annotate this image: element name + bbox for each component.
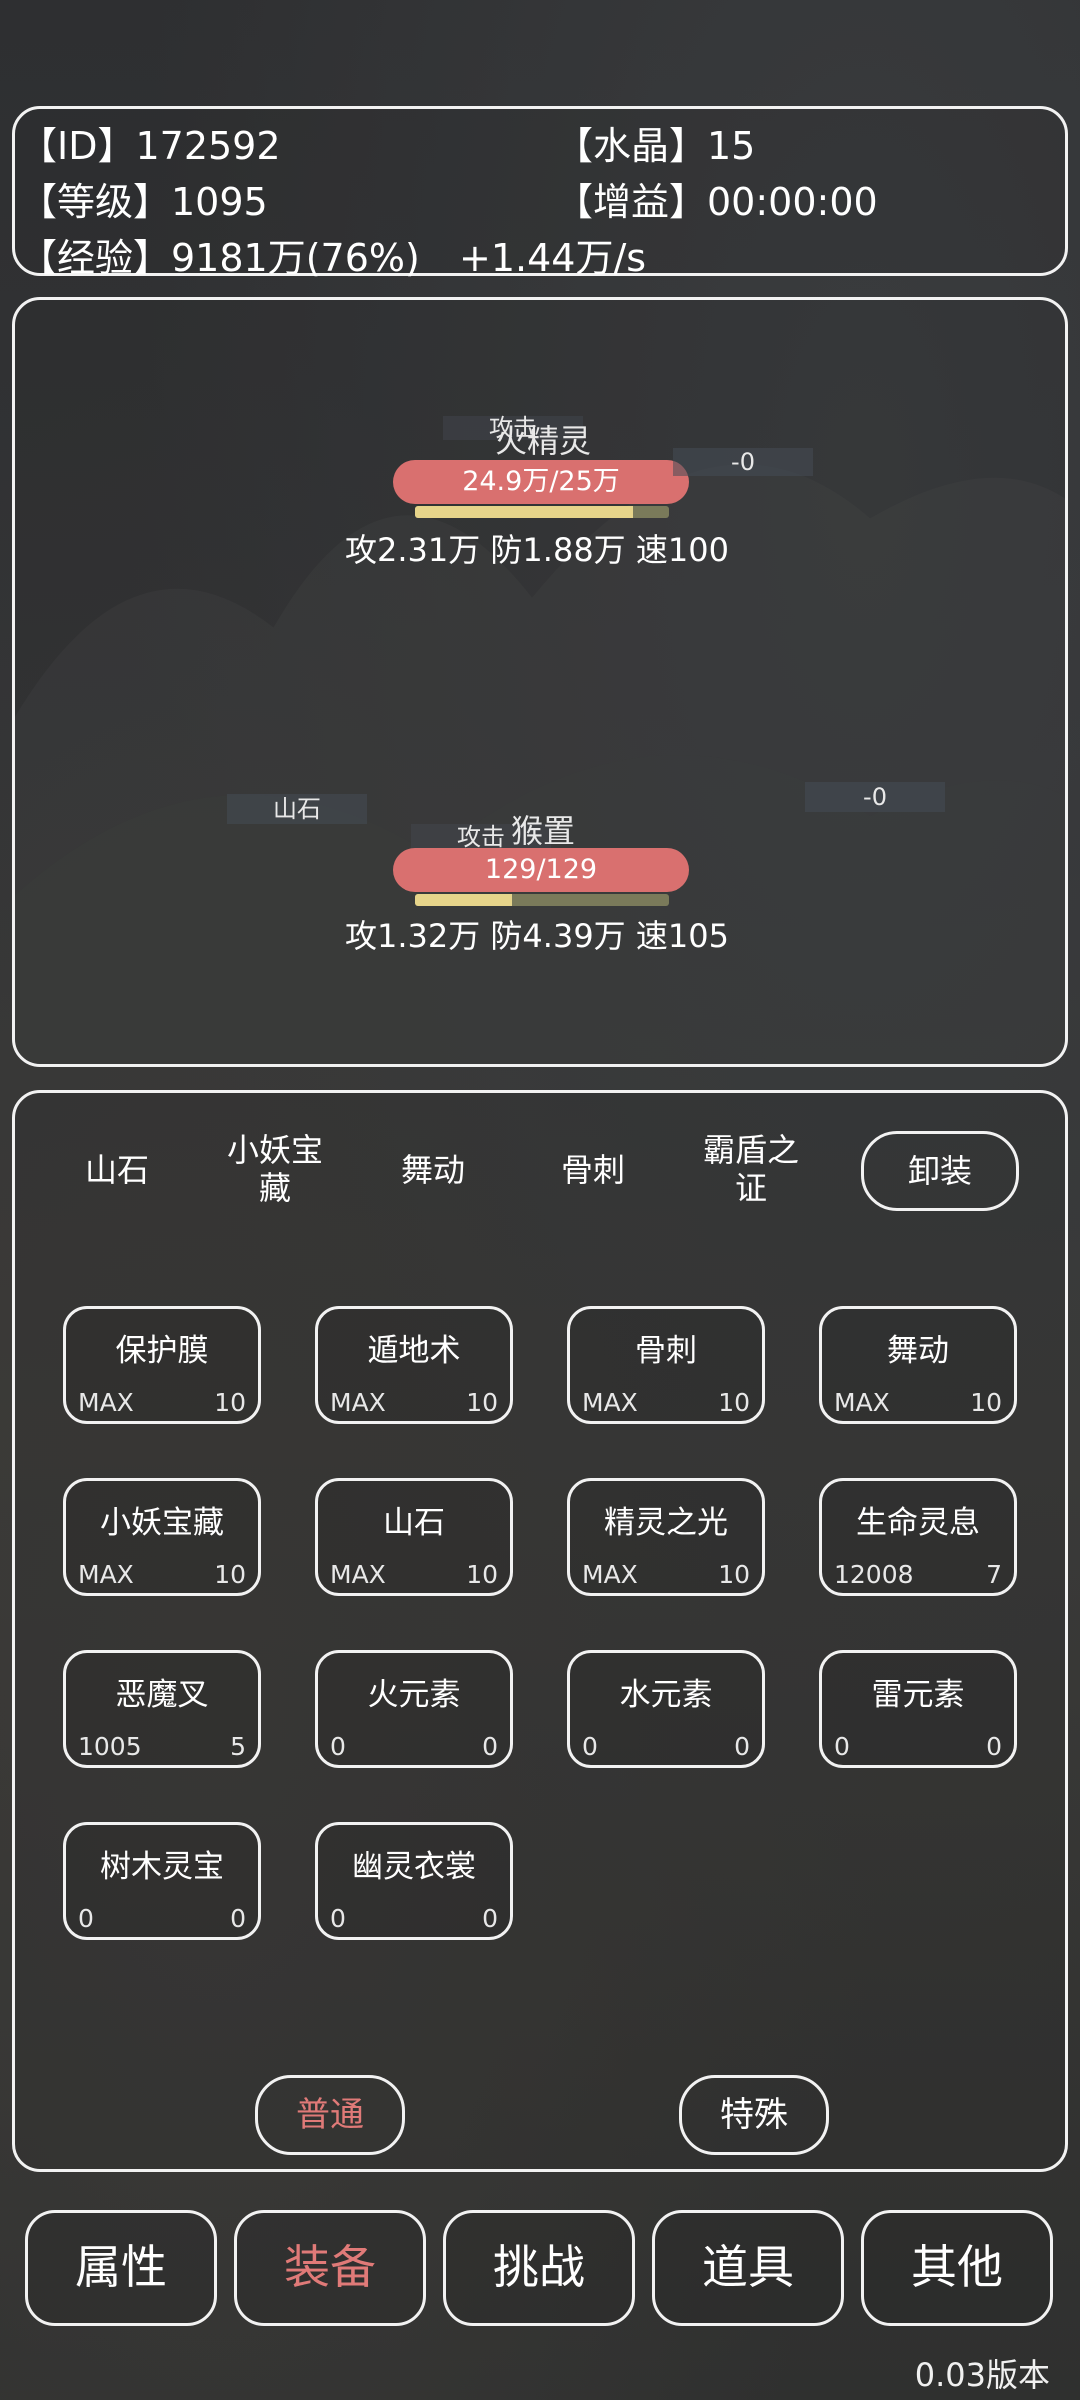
item-card-level: 0 <box>78 1904 94 1933</box>
buff-timer: 【增益】00:00:00 <box>555 180 878 224</box>
item-card-name: 山石 <box>383 1505 445 1541</box>
item-card-level: MAX <box>330 1388 386 1417</box>
item-card-level: MAX <box>582 1560 638 1589</box>
item-card-count: 10 <box>214 1388 246 1417</box>
item-card-level: MAX <box>78 1560 134 1589</box>
player-exp: 【经验】9181万(76%) <box>19 236 420 280</box>
battle-panel: 攻击 火精灵 24.9万/25万 攻2.31万 防1.88万 速100 -0 山… <box>12 297 1068 1067</box>
item-card[interactable]: 幽灵衣裳 0 0 <box>315 1822 513 1940</box>
enemy-hp-bar: 24.9万/25万 <box>393 460 689 504</box>
item-card-count: 10 <box>970 1388 1002 1417</box>
item-card-level: MAX <box>834 1388 890 1417</box>
item-card[interactable]: 小妖宝藏 MAX 10 <box>63 1478 261 1596</box>
version-label: 0.03版本 <box>914 2356 1050 2394</box>
item-card-count: 10 <box>718 1388 750 1417</box>
unequip-button[interactable]: 卸装 <box>861 1131 1019 1211</box>
item-card-level: MAX <box>78 1388 134 1417</box>
item-card[interactable]: 恶魔叉 1005 5 <box>63 1650 261 1768</box>
item-card-name: 骨刺 <box>635 1333 697 1369</box>
equipment-panel: 山石 小妖宝藏 舞动 骨刺 霸盾之证 卸装 保护膜 MAX 10 遁地术 MAX 10 骨刺… <box>12 1090 1068 2172</box>
player-level: 【等级】1095 <box>19 180 268 224</box>
item-card-name: 水元素 <box>619 1677 713 1713</box>
player-skill-tag: 山石 <box>227 794 367 824</box>
player-stats: 攻1.32万 防4.39万 速105 <box>345 917 729 955</box>
item-card-level: 0 <box>582 1732 598 1761</box>
equipped-slot-4[interactable]: 骨刺 <box>533 1151 653 1189</box>
item-card[interactable]: 生命灵息 12008 7 <box>819 1478 1017 1596</box>
item-card[interactable]: 火元素 0 0 <box>315 1650 513 1768</box>
item-card-level: MAX <box>330 1560 386 1589</box>
item-card-count: 0 <box>482 1732 498 1761</box>
item-card-name: 小妖宝藏 <box>100 1505 224 1541</box>
item-card-level: 0 <box>834 1732 850 1761</box>
exp-rate: +1.44万/s <box>459 236 647 280</box>
item-card-name: 幽灵衣裳 <box>352 1849 476 1885</box>
tab-special[interactable]: 特殊 <box>679 2075 829 2155</box>
crystal-count: 【水晶】15 <box>555 124 756 168</box>
item-card-count: 10 <box>466 1560 498 1589</box>
item-card[interactable]: 舞动 MAX 10 <box>819 1306 1017 1424</box>
item-card[interactable]: 遁地术 MAX 10 <box>315 1306 513 1424</box>
item-card-name: 雷元素 <box>871 1677 965 1713</box>
item-card-name: 恶魔叉 <box>115 1677 209 1713</box>
tab-normal[interactable]: 普通 <box>255 2075 405 2155</box>
item-card-count: 0 <box>986 1732 1002 1761</box>
item-card-name: 火元素 <box>367 1677 461 1713</box>
item-card[interactable]: 山石 MAX 10 <box>315 1478 513 1596</box>
item-card[interactable]: 骨刺 MAX 10 <box>567 1306 765 1424</box>
item-card-name: 树木灵宝 <box>100 1849 224 1885</box>
player-damage-tag: -0 <box>805 782 945 812</box>
player-exp-bar <box>415 894 669 906</box>
item-card-level: MAX <box>582 1388 638 1417</box>
equipped-slot-5[interactable]: 霸盾之证 <box>691 1131 811 1207</box>
item-card-name: 遁地术 <box>367 1333 461 1369</box>
item-card-name: 舞动 <box>887 1333 949 1369</box>
item-card-name: 保护膜 <box>115 1333 209 1369</box>
enemy-exp-fill <box>415 506 634 518</box>
item-card-level: 12008 <box>834 1560 914 1589</box>
item-card-count: 10 <box>718 1560 750 1589</box>
item-card-count: 10 <box>214 1560 246 1589</box>
enemy-stats: 攻2.31万 防1.88万 速100 <box>345 531 729 569</box>
player-id: 【ID】172592 <box>19 124 281 168</box>
item-card-count: 7 <box>986 1560 1002 1589</box>
item-card[interactable]: 精灵之光 MAX 10 <box>567 1478 765 1596</box>
player-hp-text: 129/129 <box>484 854 598 885</box>
item-card-count: 10 <box>466 1388 498 1417</box>
nav-challenge[interactable]: 挑战 <box>443 2210 635 2326</box>
enemy-name: 火精灵 <box>494 422 591 460</box>
item-card-level: 0 <box>330 1904 346 1933</box>
item-card[interactable]: 树木灵宝 0 0 <box>63 1822 261 1940</box>
item-card-count: 5 <box>230 1732 246 1761</box>
nav-items[interactable]: 道具 <box>652 2210 844 2326</box>
item-card[interactable]: 水元素 0 0 <box>567 1650 765 1768</box>
item-card-name: 生命灵息 <box>856 1505 980 1541</box>
item-card-count: 0 <box>482 1904 498 1933</box>
equipped-slot-3[interactable]: 舞动 <box>373 1151 493 1189</box>
item-card-level: 0 <box>330 1732 346 1761</box>
equipped-slot-2[interactable]: 小妖宝藏 <box>215 1131 335 1207</box>
item-card[interactable]: 雷元素 0 0 <box>819 1650 1017 1768</box>
nav-equipment[interactable]: 装备 <box>234 2210 426 2326</box>
enemy-exp-bar <box>415 506 669 518</box>
item-card-name: 精灵之光 <box>604 1505 728 1541</box>
item-card-count: 0 <box>734 1732 750 1761</box>
item-card-level: 1005 <box>78 1732 142 1761</box>
enemy-hp-text: 24.9万/25万 <box>462 466 620 497</box>
player-exp-fill <box>415 894 512 906</box>
nav-other[interactable]: 其他 <box>861 2210 1053 2326</box>
nav-attributes[interactable]: 属性 <box>25 2210 217 2326</box>
item-card[interactable]: 保护膜 MAX 10 <box>63 1306 261 1424</box>
equipped-slot-1[interactable]: 山石 <box>57 1151 177 1189</box>
player-hp-bar: 129/129 <box>393 848 689 892</box>
enemy-damage-tag: -0 <box>673 448 813 476</box>
player-name: 猴置 <box>510 812 575 850</box>
item-card-count: 0 <box>230 1904 246 1933</box>
player-info-panel: 【ID】172592 【水晶】15 【等级】1095 【增益】00:00:00 … <box>12 106 1068 280</box>
